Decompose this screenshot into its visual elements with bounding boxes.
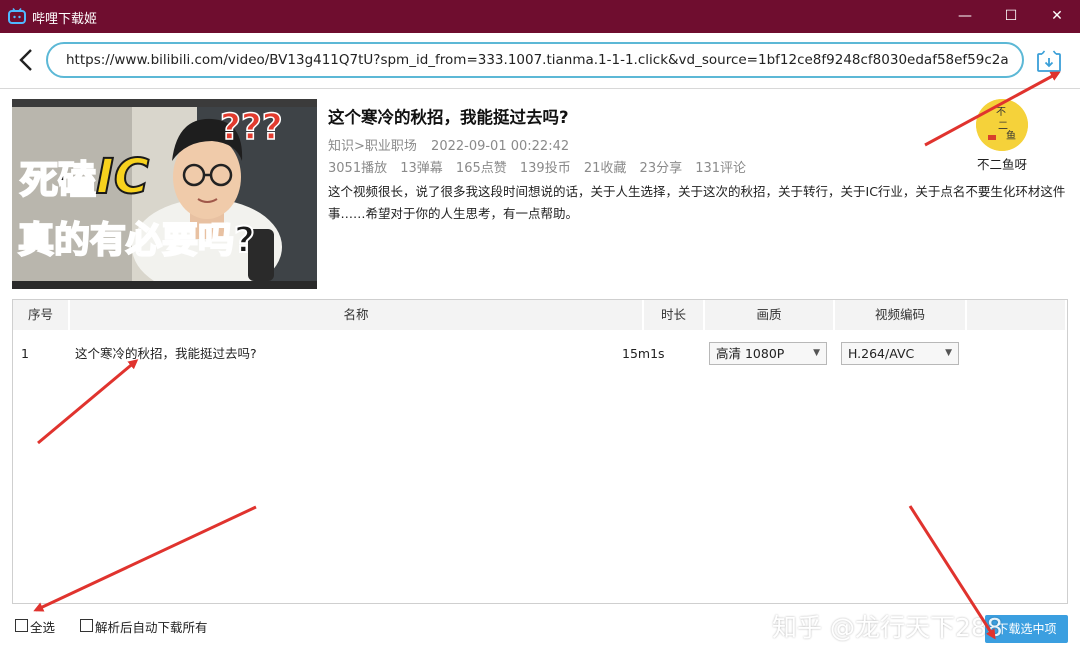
video-list-table: 序号 名称 时长 画质 视频编码 1 这个寒冷的秋招，我能挺过去吗? 15m1s… <box>12 299 1068 604</box>
uploader-name[interactable]: 不二鱼呀 <box>962 154 1042 173</box>
stat-views: 3051播放 <box>328 161 388 176</box>
avatar-image: 不 二 鱼 <box>976 99 1028 151</box>
stat-shares: 23分享 <box>639 161 683 176</box>
video-stats: 3051播放 13弹幕 165点赞 139投币 21收藏 23分享 131评论 <box>328 157 755 176</box>
download-box-icon[interactable] <box>1036 49 1062 73</box>
thumbnail-question-marks: ??? <box>219 106 283 149</box>
url-toolbar: https://www.bilibili.com/video/BV13g411Q… <box>0 33 1080 89</box>
column-header-name[interactable]: 名称 <box>70 300 644 330</box>
video-description: 这个视频很长，说了很多我这段时间想说的话，关于人生选择，关于这次的秋招，关于转行… <box>328 184 1066 221</box>
chevron-down-icon: ▼ <box>813 348 820 358</box>
chevron-down-icon: ▼ <box>945 348 952 358</box>
close-button[interactable]: ✕ <box>1034 0 1080 33</box>
column-header-codec[interactable]: 视频编码 <box>835 300 967 330</box>
quality-select-value: 高清 1080P <box>716 346 785 361</box>
window-title: 哔哩下载姬 <box>32 12 98 27</box>
bilibili-tv-icon <box>8 8 26 24</box>
url-input[interactable]: https://www.bilibili.com/video/BV13g411Q… <box>46 42 1024 78</box>
quality-select[interactable]: 高清 1080P ▼ <box>709 342 827 365</box>
codec-select[interactable]: H.264/AVC ▼ <box>841 342 959 365</box>
thumbnail-text-line1: 死磕IC <box>19 148 150 206</box>
column-header-quality[interactable]: 画质 <box>705 300 835 330</box>
minimize-button[interactable]: — <box>942 0 988 33</box>
divider <box>0 88 1080 89</box>
watermark: 知乎 @龙行天下288 <box>772 613 1003 642</box>
video-title: 这个寒冷的秋招，我能挺过去吗? <box>328 108 569 127</box>
svg-text:不: 不 <box>996 107 1006 118</box>
video-date: 2022-09-01 00:22:42 <box>431 139 570 154</box>
table-header: 序号 名称 时长 画质 视频编码 <box>13 300 1067 330</box>
codec-select-value: H.264/AVC <box>848 346 915 361</box>
thumbnail-text-a: 死磕 <box>19 157 97 203</box>
avatar[interactable]: 不 二 鱼 <box>976 99 1028 151</box>
video-meta: 知识>职业职场 2022-09-01 00:22:42 <box>328 135 579 154</box>
thumbnail-text-b: IC <box>95 148 150 206</box>
stat-favorites: 21收藏 <box>583 161 627 176</box>
select-all-label[interactable]: 全选 <box>30 617 55 636</box>
stat-comments: 131评论 <box>695 161 747 176</box>
stat-danmaku: 13弹幕 <box>400 161 443 176</box>
svg-text:鱼: 鱼 <box>1006 129 1016 142</box>
stat-likes: 165点赞 <box>455 161 507 176</box>
auto-download-label[interactable]: 解析后自动下载所有 <box>95 617 208 636</box>
row-index: 1 <box>21 346 29 361</box>
row-name: 这个寒冷的秋招，我能挺过去吗? <box>75 346 257 361</box>
title-bar: 哔哩下载姬 — ☐ ✕ <box>0 0 1080 33</box>
select-all-checkbox[interactable] <box>15 619 28 632</box>
column-header-index[interactable]: 序号 <box>13 300 70 330</box>
stat-coins: 139投币 <box>519 161 571 176</box>
video-thumbnail: 死磕IC 真的有必要吗? ??? <box>12 99 317 289</box>
column-header-duration[interactable]: 时长 <box>644 300 705 330</box>
column-header-empty <box>967 300 1067 330</box>
row-duration: 15m1s <box>622 346 665 361</box>
video-category[interactable]: 知识>职业职场 <box>328 139 417 154</box>
maximize-button[interactable]: ☐ <box>988 0 1034 33</box>
auto-download-checkbox[interactable] <box>80 619 93 632</box>
chevron-left-icon[interactable] <box>14 46 38 74</box>
thumbnail-text-line2: 真的有必要吗? <box>17 219 256 262</box>
